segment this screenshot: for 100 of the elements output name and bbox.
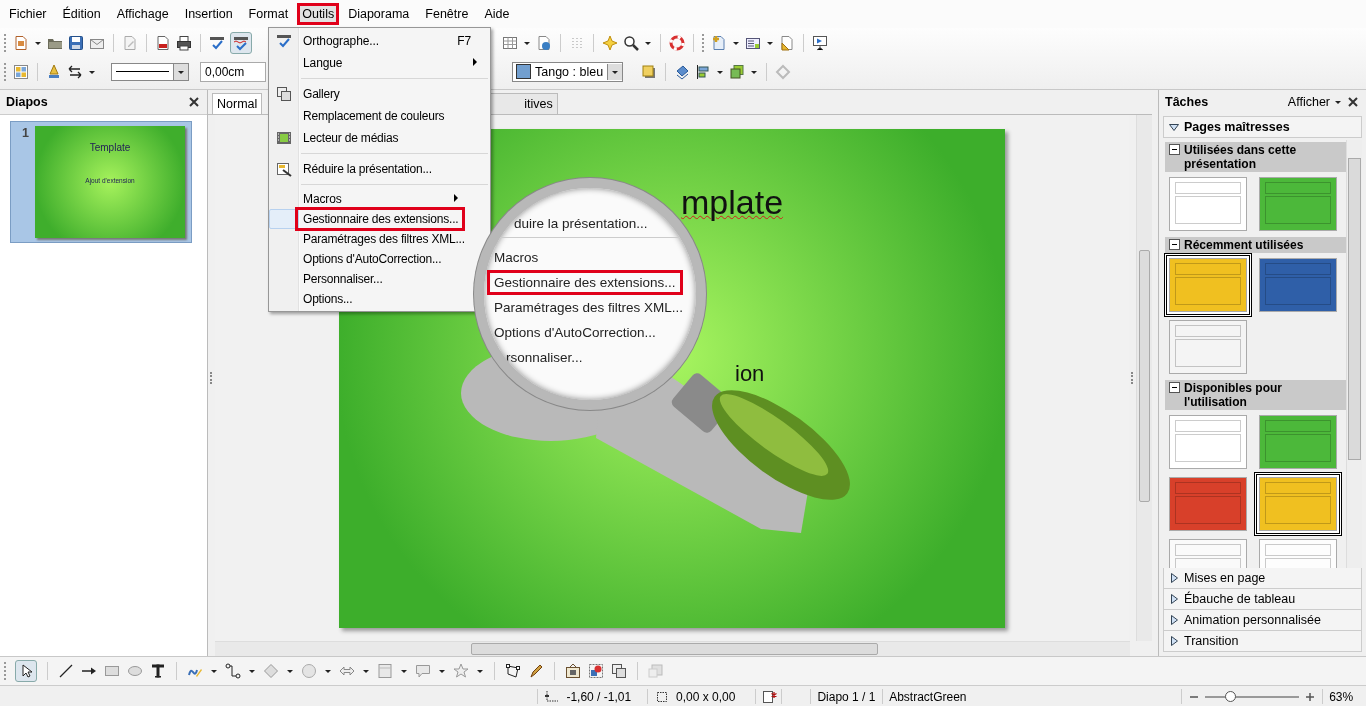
section-header[interactable]: Transition xyxy=(1163,631,1362,652)
text-tool-icon[interactable] xyxy=(150,663,166,679)
add-document-icon[interactable] xyxy=(711,34,727,51)
menu-entry[interactable]: Options... xyxy=(269,289,353,309)
disabled-icon xyxy=(648,663,664,679)
group-header[interactable]: Récemment utilisées xyxy=(1165,237,1346,253)
menu-item[interactable]: Outils xyxy=(297,3,340,25)
collapse-icon[interactable] xyxy=(1169,382,1180,393)
copies-icon[interactable] xyxy=(611,663,627,679)
menu-entry[interactable]: Gallery xyxy=(269,83,340,105)
zoom-icon[interactable] xyxy=(623,34,639,51)
collapse-icon[interactable] xyxy=(1169,144,1180,155)
star-icon[interactable] xyxy=(602,34,618,51)
callout-icon[interactable] xyxy=(415,663,431,679)
line-icon[interactable] xyxy=(58,663,74,679)
section-header[interactable]: Animation personnalisée xyxy=(1163,610,1362,631)
group-header[interactable]: Utilisées dans cette présentation xyxy=(1165,142,1346,172)
slide-indicator: Diapo 1 / 1 xyxy=(817,689,876,704)
menu-entry[interactable]: Macros xyxy=(269,189,471,209)
menu-entry[interactable]: Orthographe... F7 xyxy=(269,30,490,52)
zoom-percentage: 63% xyxy=(1329,689,1354,704)
select-button[interactable] xyxy=(15,660,37,682)
menu-item[interactable]: Insertion xyxy=(177,1,240,27)
horizontal-scrollbar[interactable] xyxy=(215,641,1130,656)
master-page-thumbnail[interactable] xyxy=(1169,477,1247,531)
layout-icon[interactable] xyxy=(13,63,29,80)
globe-document-icon[interactable] xyxy=(536,34,552,51)
panel-scrollbar[interactable] xyxy=(1346,140,1362,568)
spellcheck-wavy-icon xyxy=(233,34,249,51)
menu-item[interactable]: Fenêtre xyxy=(418,1,476,27)
master-page-thumbnail[interactable] xyxy=(1169,320,1247,374)
lifebuoy-icon[interactable] xyxy=(669,34,685,51)
group-header[interactable]: Disponibles pour l'utilisation xyxy=(1165,380,1346,410)
master-page-thumbnail[interactable] xyxy=(1169,415,1247,469)
slide-title: mplate xyxy=(681,182,784,222)
spellcheck-icon[interactable] xyxy=(209,34,225,51)
expand-arrow-icon xyxy=(1168,572,1180,584)
document-modified-icon xyxy=(761,688,778,705)
thumbnail-title: Template xyxy=(89,142,131,153)
menu-entry[interactable]: Remplacement de couleurs xyxy=(269,105,445,127)
view-tab[interactable]: Normal xyxy=(212,93,263,114)
line-style-dropdown[interactable] xyxy=(111,62,189,81)
section-header[interactable]: Mises en page xyxy=(1163,568,1362,589)
master-page-thumbnail[interactable] xyxy=(1259,177,1337,231)
autospellcheck-button[interactable] xyxy=(230,31,252,54)
menu-item[interactable]: Aide xyxy=(477,1,517,27)
shapes-icon[interactable] xyxy=(588,663,604,679)
star-outline-icon[interactable] xyxy=(453,663,469,679)
master-page-thumbnail[interactable] xyxy=(1169,177,1247,231)
menu-entry[interactable]: Paramétrages des filtres XML... xyxy=(269,229,465,249)
align-icon[interactable] xyxy=(695,63,712,80)
ruler-document-icon[interactable] xyxy=(779,34,795,51)
connector-icon[interactable] xyxy=(225,663,241,679)
pen-icon[interactable] xyxy=(46,63,62,80)
printer-icon[interactable] xyxy=(176,34,192,51)
collapse-icon[interactable] xyxy=(1169,239,1180,250)
menu-item[interactable]: Format xyxy=(241,1,296,27)
area-color-dropdown[interactable]: Tango : bleu xyxy=(512,61,624,82)
pdf-icon[interactable] xyxy=(155,34,171,51)
spellcheck-icon xyxy=(276,33,292,49)
menu-entry[interactable]: Réduire la présentation... xyxy=(269,158,432,180)
panel-title: Tâches xyxy=(1165,95,1209,109)
expand-arrow-icon xyxy=(1168,121,1180,133)
menu-entry[interactable]: Lecteur de médias xyxy=(269,127,399,149)
save-icon[interactable] xyxy=(68,34,84,51)
master-page-thumbnail[interactable] xyxy=(1259,258,1337,312)
close-icon[interactable] xyxy=(187,95,201,109)
film-icon xyxy=(276,130,292,146)
menu-entry[interactable]: Personnaliser... xyxy=(269,269,383,289)
submenu-arrow-icon xyxy=(452,192,460,204)
vertical-scrollbar[interactable] xyxy=(1136,115,1152,641)
zoom-in-icon[interactable] xyxy=(1303,690,1316,703)
zoom-slider-thumb[interactable] xyxy=(1225,690,1237,702)
menu-entry[interactable]: Langue xyxy=(269,52,490,74)
line-width-field[interactable]: 0,00cm xyxy=(200,61,266,82)
table-icon[interactable] xyxy=(502,34,518,51)
slide-text: ion xyxy=(735,360,765,387)
section-header[interactable]: Ébauche de tableau xyxy=(1163,589,1362,610)
shadow-icon[interactable] xyxy=(641,63,658,80)
glue-points-icon xyxy=(775,63,792,80)
menu-item[interactable]: Diaporama xyxy=(341,1,417,27)
position-icon xyxy=(544,688,561,705)
menu-entry[interactable]: Options d'AutoCorrection... xyxy=(269,249,442,269)
text-frame-icon[interactable] xyxy=(565,663,581,679)
new-document-icon[interactable] xyxy=(13,34,29,51)
arrows-icon[interactable] xyxy=(67,63,83,80)
close-icon[interactable] xyxy=(1346,95,1360,109)
position-readout: -1,60 / -1,01 xyxy=(566,689,632,704)
design-name: AbstractGreen xyxy=(889,689,967,704)
expand-arrow-icon xyxy=(1168,593,1180,605)
section-header[interactable]: Pages maîtresses xyxy=(1163,116,1362,138)
presentation-icon[interactable] xyxy=(812,34,828,51)
arrange-icon[interactable] xyxy=(729,63,746,80)
menu-item[interactable]: Affichage xyxy=(109,1,176,27)
master-page-thumbnail[interactable] xyxy=(1259,415,1337,469)
view-menu[interactable]: Afficher xyxy=(1287,95,1330,109)
menu-item[interactable]: Fichier xyxy=(2,1,54,27)
menu-item[interactable]: Édition xyxy=(55,1,108,27)
rectangle-icon[interactable] xyxy=(104,663,120,679)
points-icon[interactable] xyxy=(505,663,521,679)
